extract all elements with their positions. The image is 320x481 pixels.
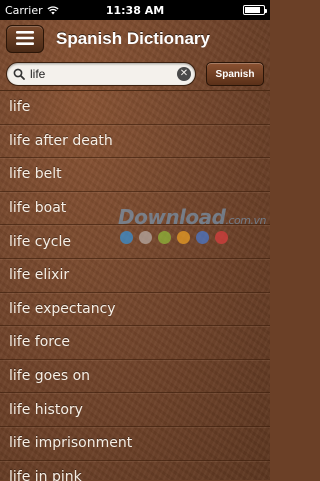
wifi-icon (47, 5, 59, 15)
status-left: Carrier (5, 4, 59, 17)
list-item-label: life (9, 99, 31, 116)
list-item[interactable]: life force (0, 326, 270, 360)
list-item[interactable]: life history (0, 393, 270, 427)
list-item-label: life elixir (9, 267, 70, 284)
navigation-bar: Spanish Dictionary (0, 20, 270, 58)
list-item[interactable]: life in pink (0, 461, 270, 481)
clear-icon[interactable]: ✕ (177, 67, 191, 81)
list-item-label: life history (9, 401, 83, 418)
language-button[interactable]: Spanish (206, 62, 264, 86)
list-item-label: life imprisonment (9, 435, 133, 452)
hamburger-icon (16, 30, 34, 49)
status-bar: Carrier 11:38 AM (0, 0, 270, 20)
search-field[interactable]: ✕ (6, 62, 196, 86)
search-row: ✕ Spanish (0, 58, 270, 90)
list-item-label: life after death (9, 132, 113, 149)
list-item[interactable]: life cycle (0, 225, 270, 259)
list-item[interactable]: life expectancy (0, 293, 270, 327)
list-item[interactable]: life after death (0, 125, 270, 159)
list-item-label: life belt (9, 166, 62, 183)
list-item-label: life goes on (9, 368, 91, 385)
list-item-label: life in pink (9, 468, 82, 481)
menu-button[interactable] (6, 25, 44, 53)
list-item[interactable]: life boat (0, 192, 270, 226)
carrier-label: Carrier (5, 3, 43, 17)
list-item[interactable]: life imprisonment (0, 427, 270, 461)
list-item-label: life cycle (9, 233, 71, 250)
search-input[interactable] (30, 67, 177, 81)
results-list: life life after death life belt life boat li… (0, 90, 270, 481)
list-item-label: life boat (9, 200, 67, 217)
battery-icon (243, 5, 267, 15)
magnifier-icon (13, 65, 25, 84)
list-item-label: life force (9, 334, 71, 351)
list-item[interactable]: life goes on (0, 360, 270, 394)
list-item[interactable]: life elixir (0, 259, 270, 293)
list-item[interactable]: life belt (0, 158, 270, 192)
list-item[interactable]: life (0, 91, 270, 125)
battery-level (245, 7, 261, 13)
page-title: Spanish Dictionary (56, 29, 210, 48)
list-item-label: life expectancy (9, 300, 116, 317)
